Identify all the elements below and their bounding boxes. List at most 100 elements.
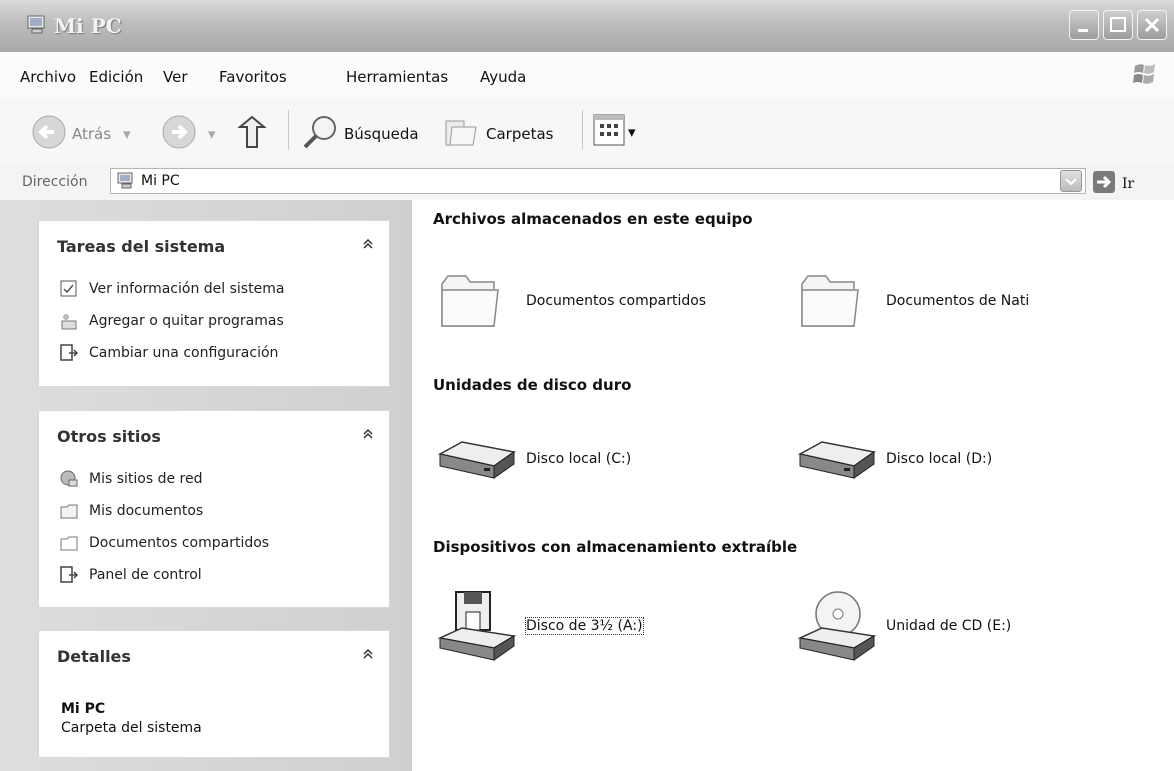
item-label: Documentos de Nati	[886, 293, 1030, 309]
address-label: Dirección	[22, 174, 88, 190]
views-button[interactable]: ▾	[592, 113, 636, 151]
search-button[interactable]: Búsqueda	[300, 113, 419, 155]
go-button[interactable]: Ir	[1092, 170, 1134, 198]
item-label: Documentos compartidos	[526, 293, 707, 309]
system-tasks-title[interactable]: Tareas del sistema	[57, 237, 225, 256]
views-dropdown-icon: ▾	[628, 123, 636, 141]
task-pane: Tareas del sistema Ver información del s…	[0, 200, 412, 771]
back-label: Atrás	[72, 125, 112, 143]
menu-bar: Archivo Edición Ver Favoritos Herramient…	[0, 52, 1174, 99]
title-bar: Mi PC	[0, 0, 1174, 53]
item-label: Disco local (C:)	[526, 451, 632, 467]
forward-dropdown-icon[interactable]: ▾	[208, 125, 216, 143]
cd-drive-icon	[797, 591, 877, 661]
toolbar-separator	[582, 110, 583, 150]
back-button[interactable]: Atrás ▾	[30, 113, 131, 155]
local-disk-c[interactable]: Disco local (C:)	[436, 436, 631, 482]
address-bar: Dirección Mi PC Ir	[0, 164, 1174, 201]
address-input[interactable]: Mi PC	[110, 168, 1086, 194]
close-icon	[1138, 11, 1166, 39]
maximize-button[interactable]	[1103, 10, 1133, 40]
maximize-icon	[1104, 11, 1132, 39]
details-panel: Detalles Mi PC Carpeta del sistema	[38, 630, 390, 758]
folder-icon	[801, 275, 859, 327]
close-button[interactable]	[1137, 10, 1167, 40]
menu-ver[interactable]: Ver	[163, 68, 188, 86]
local-disk-d[interactable]: Disco local (D:)	[796, 436, 992, 482]
toolbar-separator	[288, 110, 289, 150]
menu-edicion[interactable]: Edición	[89, 68, 143, 86]
link-label: Documentos compartidos	[89, 535, 270, 551]
search-label: Búsqueda	[344, 125, 419, 143]
folder-icon	[441, 275, 499, 327]
my-documents-icon	[60, 504, 78, 519]
control-panel-icon	[60, 344, 79, 361]
collapse-chevron-icon[interactable]	[359, 645, 377, 663]
hard-drive-icon	[797, 441, 876, 479]
network-places-link[interactable]: Mis sitios de red	[59, 469, 202, 489]
network-places-icon	[60, 470, 78, 487]
address-value: Mi PC	[141, 173, 180, 189]
forward-arrow-icon	[160, 113, 198, 155]
menu-favoritos[interactable]: Favoritos	[219, 68, 287, 86]
back-dropdown-icon[interactable]: ▾	[123, 125, 131, 143]
item-label: Disco de 3½ (A:)	[525, 617, 644, 635]
search-icon	[300, 113, 340, 155]
floppy-drive-icon	[437, 591, 517, 661]
cd-drive-e[interactable]: Unidad de CD (E:)	[796, 588, 1011, 664]
forward-button[interactable]: ▾	[160, 113, 216, 155]
details-title[interactable]: Detalles	[57, 647, 131, 666]
folders-button[interactable]: Carpetas	[442, 113, 553, 155]
chevron-down-icon	[1061, 178, 1081, 195]
folders-label: Carpetas	[486, 125, 554, 143]
control-panel-icon	[60, 566, 79, 583]
folders-icon	[442, 113, 482, 155]
section-title-hard-drives: Unidades de disco duro	[433, 376, 632, 394]
system-info-icon	[60, 280, 77, 297]
system-tasks-panel: Tareas del sistema Ver información del s…	[38, 220, 390, 387]
address-dropdown-button[interactable]	[1060, 170, 1082, 192]
collapse-chevron-icon[interactable]	[359, 235, 377, 253]
add-remove-programs-icon	[61, 314, 77, 330]
menu-herramientas[interactable]: Herramientas	[346, 68, 448, 86]
hard-drive-icon	[437, 441, 516, 479]
window-title: Mi PC	[54, 14, 122, 38]
views-icon	[592, 113, 626, 151]
my-computer-icon	[117, 171, 137, 195]
change-setting-link[interactable]: Cambiar una configuración	[59, 343, 278, 363]
shared-documents-folder[interactable]: Documentos compartidos	[436, 270, 706, 332]
collapse-chevron-icon[interactable]	[359, 425, 377, 443]
add-remove-programs-link[interactable]: Agregar o quitar programas	[59, 311, 284, 331]
details-item-name: Mi PC	[61, 701, 106, 717]
content-area: Archivos almacenados en este equipo Docu…	[412, 200, 1174, 771]
other-places-panel: Otros sitios Mis sitios de red Mis docum…	[38, 410, 390, 608]
minimize-button[interactable]	[1069, 10, 1099, 40]
menu-ayuda[interactable]: Ayuda	[480, 68, 526, 86]
details-item-type: Carpeta del sistema	[61, 720, 202, 736]
link-label: Agregar o quitar programas	[89, 313, 284, 329]
link-label: Ver información del sistema	[89, 281, 285, 297]
folder-icon	[60, 536, 78, 551]
link-label: Panel de control	[89, 567, 202, 583]
view-system-info-link[interactable]: Ver información del sistema	[59, 279, 284, 299]
up-folder-icon	[234, 113, 268, 155]
menu-archivo[interactable]: Archivo	[20, 68, 76, 86]
back-arrow-icon	[30, 113, 68, 155]
up-folder-button[interactable]	[234, 113, 268, 155]
my-computer-icon	[26, 14, 48, 36]
item-label: Disco local (D:)	[886, 451, 993, 467]
other-places-title[interactable]: Otros sitios	[57, 427, 161, 446]
nati-documents-folder[interactable]: Documentos de Nati	[796, 270, 1029, 332]
windows-flag-icon	[1132, 60, 1158, 92]
control-panel-link[interactable]: Panel de control	[59, 565, 202, 585]
my-documents-link[interactable]: Mis documentos	[59, 501, 203, 521]
toolbar: Atrás ▾ ▾ Búsqueda Carpetas ▾	[0, 98, 1174, 165]
go-arrow-icon	[1092, 170, 1116, 198]
go-label: Ir	[1122, 176, 1135, 192]
shared-documents-link[interactable]: Documentos compartidos	[59, 533, 269, 553]
floppy-drive-a[interactable]: Disco de 3½ (A:)	[436, 588, 644, 664]
item-label: Unidad de CD (E:)	[886, 618, 1012, 634]
link-label: Mis documentos	[89, 503, 204, 519]
link-label: Mis sitios de red	[89, 471, 203, 487]
section-title-stored-files: Archivos almacenados en este equipo	[433, 210, 753, 228]
